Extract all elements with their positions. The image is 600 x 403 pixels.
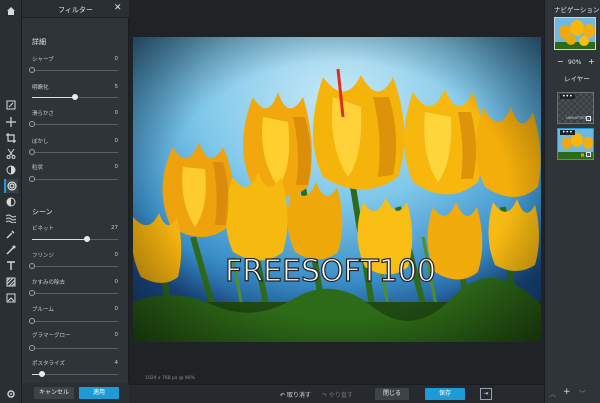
slider-label-clarity: 明瞭化 <box>32 85 49 91</box>
filter-footer: キャンセル 適用 <box>22 383 129 403</box>
layer-item-unshifted[interactable]: ••• UNSHIFTED ✓ <box>557 92 594 124</box>
canvas-area: FREESOFT100 1024 x 768 px @ 90% <box>129 0 544 384</box>
slider-label-grain: 粒状 <box>32 165 44 171</box>
image-size-status: 1024 x 768 px @ 90% <box>145 376 195 381</box>
slider-knob[interactable] <box>29 263 35 269</box>
slider-value-fringe: 0 <box>114 252 119 258</box>
navigation-thumbnail[interactable] <box>554 17 596 50</box>
slider-knob[interactable] <box>29 290 35 296</box>
slider-glamour-glow[interactable] <box>29 345 118 351</box>
undo-button[interactable]: ↶ 取り消す <box>280 390 311 399</box>
slider-knob[interactable] <box>29 318 35 324</box>
slider-fill <box>32 97 75 98</box>
image-icon[interactable] <box>4 291 18 305</box>
slider-knob[interactable] <box>39 371 45 377</box>
move-icon[interactable] <box>4 115 18 129</box>
tulip-photo[interactable] <box>133 37 541 342</box>
slider-knob[interactable] <box>29 67 35 73</box>
pattern-icon[interactable] <box>4 275 18 289</box>
filter-icon[interactable] <box>4 179 18 193</box>
apply-button[interactable]: 適用 <box>79 387 119 399</box>
save-button[interactable]: 保存 <box>425 388 465 400</box>
slider-grain[interactable] <box>29 176 118 182</box>
close-icon[interactable]: ✕ <box>114 3 122 13</box>
layer-visibility-checkbox[interactable]: ✓ <box>586 116 591 121</box>
slider-dehaze[interactable] <box>29 290 118 296</box>
navigation-title: ナビゲーション <box>554 6 600 14</box>
cut-icon[interactable] <box>4 147 18 161</box>
slider-fringe[interactable] <box>29 263 118 269</box>
zoom-in-button[interactable]: + <box>588 58 595 66</box>
layer-move-down-icon[interactable]: ﹀ <box>579 389 586 399</box>
layer-visibility-checkbox[interactable]: ✓ <box>586 152 591 157</box>
waves-icon[interactable] <box>4 211 18 225</box>
adjust-icon[interactable] <box>4 98 18 112</box>
slider-value-bloom: 0 <box>114 306 119 312</box>
add-layer-button[interactable]: + <box>563 387 571 397</box>
slider-fill <box>32 239 87 240</box>
text-icon[interactable] <box>4 259 18 273</box>
slider-value-grain: 0 <box>114 164 119 170</box>
slider-label-dehaze: かすみの除去 <box>32 280 66 286</box>
slider-label-bloom: ブルーム <box>32 307 54 313</box>
slider-label-fringe: フリンジ <box>32 253 55 259</box>
zoom-level: 90% <box>568 59 582 66</box>
filter-brightness-icon[interactable] <box>4 163 18 177</box>
layer-menu-icon[interactable]: ••• <box>560 94 575 100</box>
zoom-out-button[interactable]: − <box>557 58 564 66</box>
slider-value-dehaze: 0 <box>114 279 119 285</box>
slider-value-sharpen: 0 <box>114 56 119 62</box>
slider-label-sharpen: シャープ <box>32 57 54 63</box>
layer-item-photo[interactable]: ••• 🔒 ✓ <box>557 128 594 160</box>
slider-value-blur: 0 <box>114 138 119 144</box>
brush-icon[interactable] <box>4 243 18 257</box>
filter-panel-title: フィルター <box>58 6 93 14</box>
slider-knob[interactable] <box>72 94 78 100</box>
layers-title: レイヤー <box>564 75 590 83</box>
slider-label-blur: ぼかし <box>32 139 49 145</box>
slider-value-glamour-glow: 0 <box>114 332 119 338</box>
cancel-button[interactable]: キャンセル <box>34 387 74 399</box>
eyedropper-icon[interactable] <box>4 227 18 241</box>
slider-vignette[interactable] <box>32 236 118 242</box>
redo-button[interactable]: ↷ やり直す <box>322 390 353 399</box>
slider-value-vignette: 27 <box>111 225 118 231</box>
right-panel: ナビゲーション − 90% + レイヤー ••• UNSHIFTED ✓ •••… <box>544 0 600 403</box>
slider-blur[interactable] <box>29 149 118 155</box>
toolbar <box>0 0 22 403</box>
export-icon[interactable]: ⇥ <box>480 388 492 400</box>
slider-knob[interactable] <box>29 345 35 351</box>
section-details-title: 詳細 <box>32 38 46 46</box>
slider-bloom[interactable] <box>29 318 118 324</box>
slider-label-glamour-glow: グラマーグロー <box>32 333 71 339</box>
slider-smoothness[interactable] <box>29 121 118 127</box>
slider-knob[interactable] <box>84 236 90 242</box>
section-scene-title: シーン <box>32 208 53 216</box>
watermark-text: FREESOFT100 <box>224 253 436 289</box>
slider-knob[interactable] <box>29 176 35 182</box>
slider-knob[interactable] <box>29 149 35 155</box>
slider-knob[interactable] <box>29 121 35 127</box>
home-icon[interactable] <box>4 4 18 18</box>
slider-posterize[interactable] <box>32 371 118 377</box>
slider-label-posterize: ポスタライズ <box>32 361 65 367</box>
slider-value-clarity: 5 <box>114 84 119 90</box>
close-button[interactable]: 閉じる <box>375 388 409 400</box>
filter-panel: フィルター ✕ 詳細 シャープ 0 明瞭化 5 滑らかさ 0 ぼかし 0 粒状 … <box>22 0 129 403</box>
slider-clarity[interactable] <box>32 94 118 100</box>
layer-label: UNSHIFTED <box>566 116 587 120</box>
layer-move-up-icon[interactable]: ︿ <box>549 389 556 399</box>
slider-value-posterize: 4 <box>114 360 119 366</box>
settings-icon[interactable] <box>4 387 18 401</box>
slider-label-smoothness: 滑らかさ <box>32 111 55 117</box>
bottom-bar: ↶ 取り消す ↷ やり直す 閉じる 保存 ⇥ <box>129 384 544 403</box>
slider-label-vignette: ビネット <box>32 226 55 232</box>
crop-icon[interactable] <box>4 131 18 145</box>
slider-sharpen[interactable] <box>29 67 118 73</box>
slider-value-smoothness: 0 <box>114 110 119 116</box>
contrast-icon[interactable] <box>4 195 18 209</box>
layer-menu-icon[interactable]: ••• <box>560 130 575 136</box>
lock-icon[interactable]: 🔒 <box>580 152 585 157</box>
filter-header: フィルター ✕ <box>22 0 129 18</box>
